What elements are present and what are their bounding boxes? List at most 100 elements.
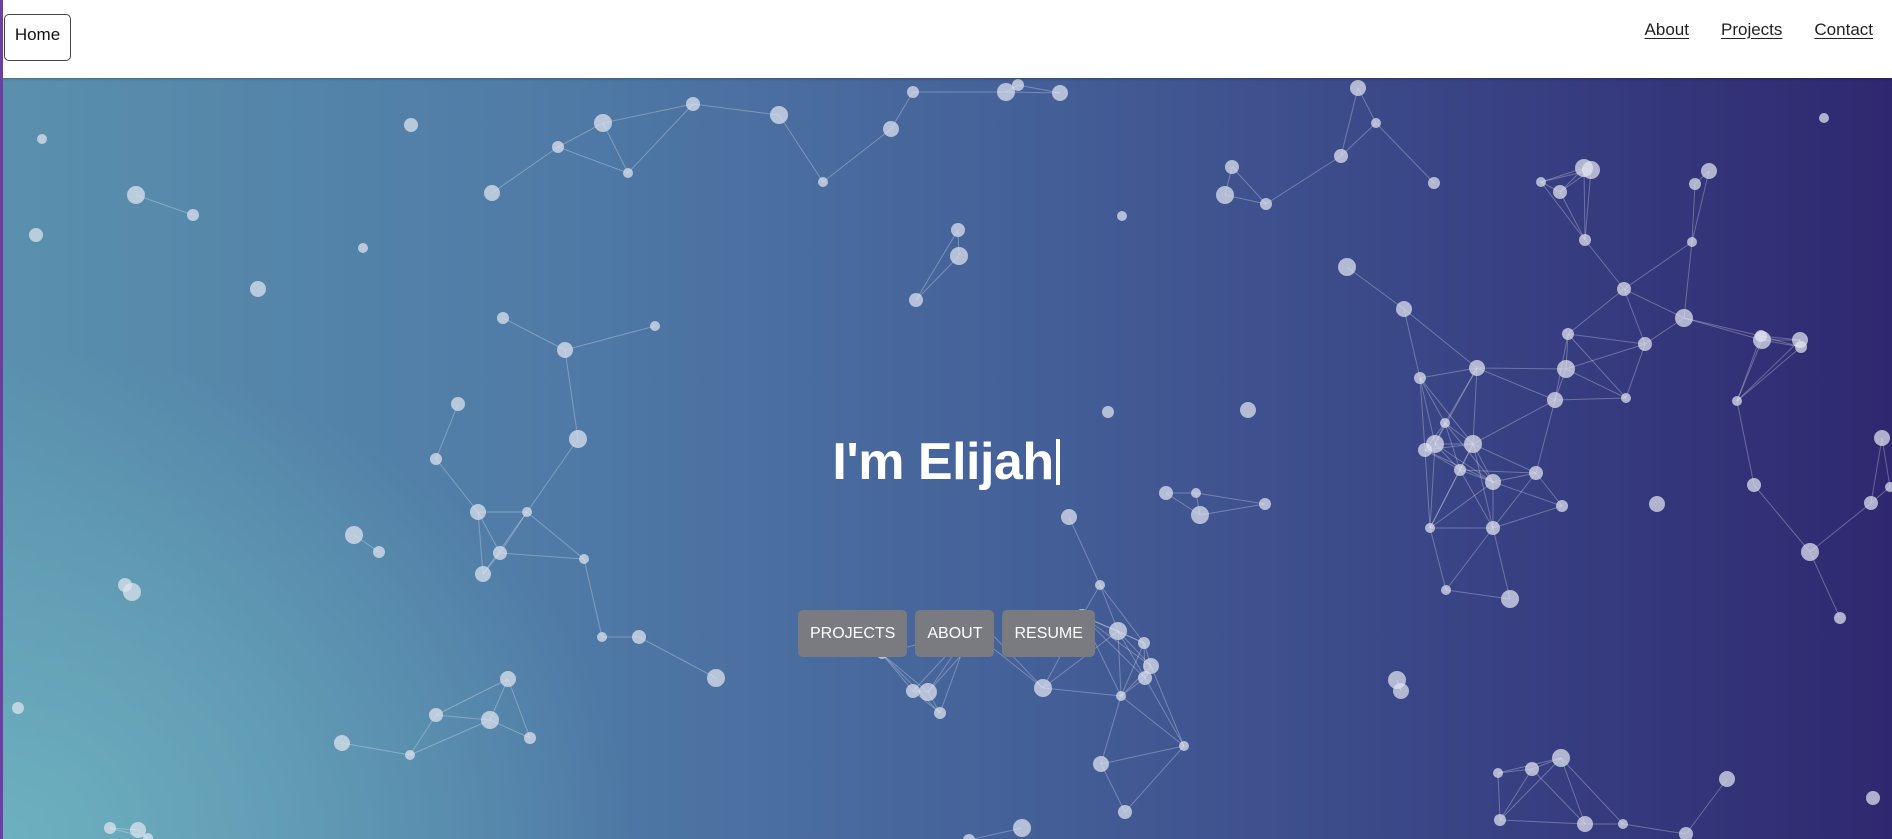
home-button[interactable]: Home [4, 14, 71, 61]
hero-section: I'm Elijah PROJECTS ABOUT RESUME [0, 78, 1892, 839]
resume-button[interactable]: RESUME [1002, 610, 1095, 657]
network-line [1497, 772, 1501, 821]
network-line [1560, 757, 1624, 825]
network-node [1118, 805, 1132, 819]
network-line [1560, 757, 1586, 825]
network-node [1675, 309, 1693, 327]
network-node [1216, 186, 1234, 204]
network-node [104, 822, 116, 834]
network-line [564, 349, 579, 440]
network-node [1440, 418, 1450, 428]
nav-link-about[interactable]: About [1645, 20, 1689, 40]
network-node [1428, 177, 1440, 189]
network-node [1191, 506, 1209, 524]
network-node [632, 630, 646, 644]
network-node [1260, 198, 1272, 210]
network-line [1199, 503, 1266, 516]
network-node [12, 702, 24, 714]
network-line [491, 146, 559, 194]
network-line [1117, 630, 1122, 697]
network-line [1685, 778, 1728, 835]
network-line [1625, 343, 1646, 399]
network-node [345, 526, 363, 544]
network-line [341, 742, 411, 756]
network-node [1259, 498, 1271, 510]
network-line [692, 103, 780, 116]
network-node [1866, 791, 1880, 805]
network-line [482, 511, 528, 575]
network-node [1013, 819, 1031, 837]
network-node [1109, 622, 1127, 640]
hero-title: I'm Elijah [0, 432, 1892, 492]
network-node [1536, 177, 1546, 187]
network-node [429, 708, 443, 722]
network-node [552, 141, 564, 153]
network-node [1732, 396, 1742, 406]
network-node [1834, 612, 1846, 624]
network-line [502, 317, 566, 351]
network-node [1371, 118, 1381, 128]
network-node [1093, 756, 1109, 772]
network-line [1150, 665, 1185, 747]
network-node [1617, 282, 1631, 296]
network-node [1753, 331, 1771, 349]
network-node [906, 684, 920, 698]
network-node [334, 735, 350, 751]
network-line [1623, 241, 1693, 290]
network-node [707, 669, 725, 687]
network-node [934, 707, 946, 719]
network-node [470, 504, 486, 520]
network-line [1499, 819, 1586, 825]
network-node [405, 750, 415, 760]
hero-buttons: PROJECTS ABOUT RESUME [798, 610, 1095, 657]
network-node [522, 507, 532, 517]
projects-button[interactable]: PROJECTS [798, 610, 908, 657]
network-node [1557, 360, 1575, 378]
network-line [1554, 397, 1627, 401]
network-node [524, 732, 536, 744]
network-line [1195, 492, 1266, 505]
network-line [627, 103, 694, 174]
network-node [1618, 819, 1628, 829]
network-node [475, 566, 491, 582]
nav-link-contact[interactable]: Contact [1814, 20, 1873, 40]
nav-link-projects[interactable]: Projects [1721, 20, 1782, 40]
network-line [499, 552, 585, 560]
network-node [1138, 671, 1152, 685]
network-node [1547, 392, 1563, 408]
network-node [1414, 372, 1426, 384]
network-node [883, 121, 899, 137]
network-node [29, 228, 43, 242]
network-node [1864, 496, 1878, 510]
network-node [1552, 749, 1570, 767]
network-line [1567, 333, 1646, 345]
network-node [1179, 741, 1189, 751]
network-node [1388, 671, 1406, 689]
network-line [1346, 266, 1405, 310]
network-line [435, 678, 509, 716]
network-node [1701, 163, 1717, 179]
network-node [187, 209, 199, 221]
network-node [1553, 185, 1567, 199]
network-node [127, 186, 145, 204]
network-line [1068, 516, 1101, 586]
network-line [135, 194, 194, 216]
network-node [1579, 234, 1591, 246]
network-node [1052, 85, 1068, 101]
network-line [1559, 191, 1586, 241]
network-node [1621, 393, 1631, 403]
network-line [1499, 768, 1533, 821]
network-line [1584, 169, 1592, 241]
network-node [951, 223, 965, 237]
network-node [1225, 160, 1239, 174]
network-node [579, 554, 589, 564]
network-line [915, 229, 959, 301]
network-node [1138, 637, 1150, 649]
left-edge-accent [0, 0, 3, 839]
network-node [1577, 816, 1593, 832]
network-node [358, 243, 368, 253]
about-button[interactable]: ABOUT [915, 610, 995, 657]
network-node [950, 247, 968, 265]
network-line [1622, 823, 1687, 835]
network-line [1375, 122, 1435, 184]
